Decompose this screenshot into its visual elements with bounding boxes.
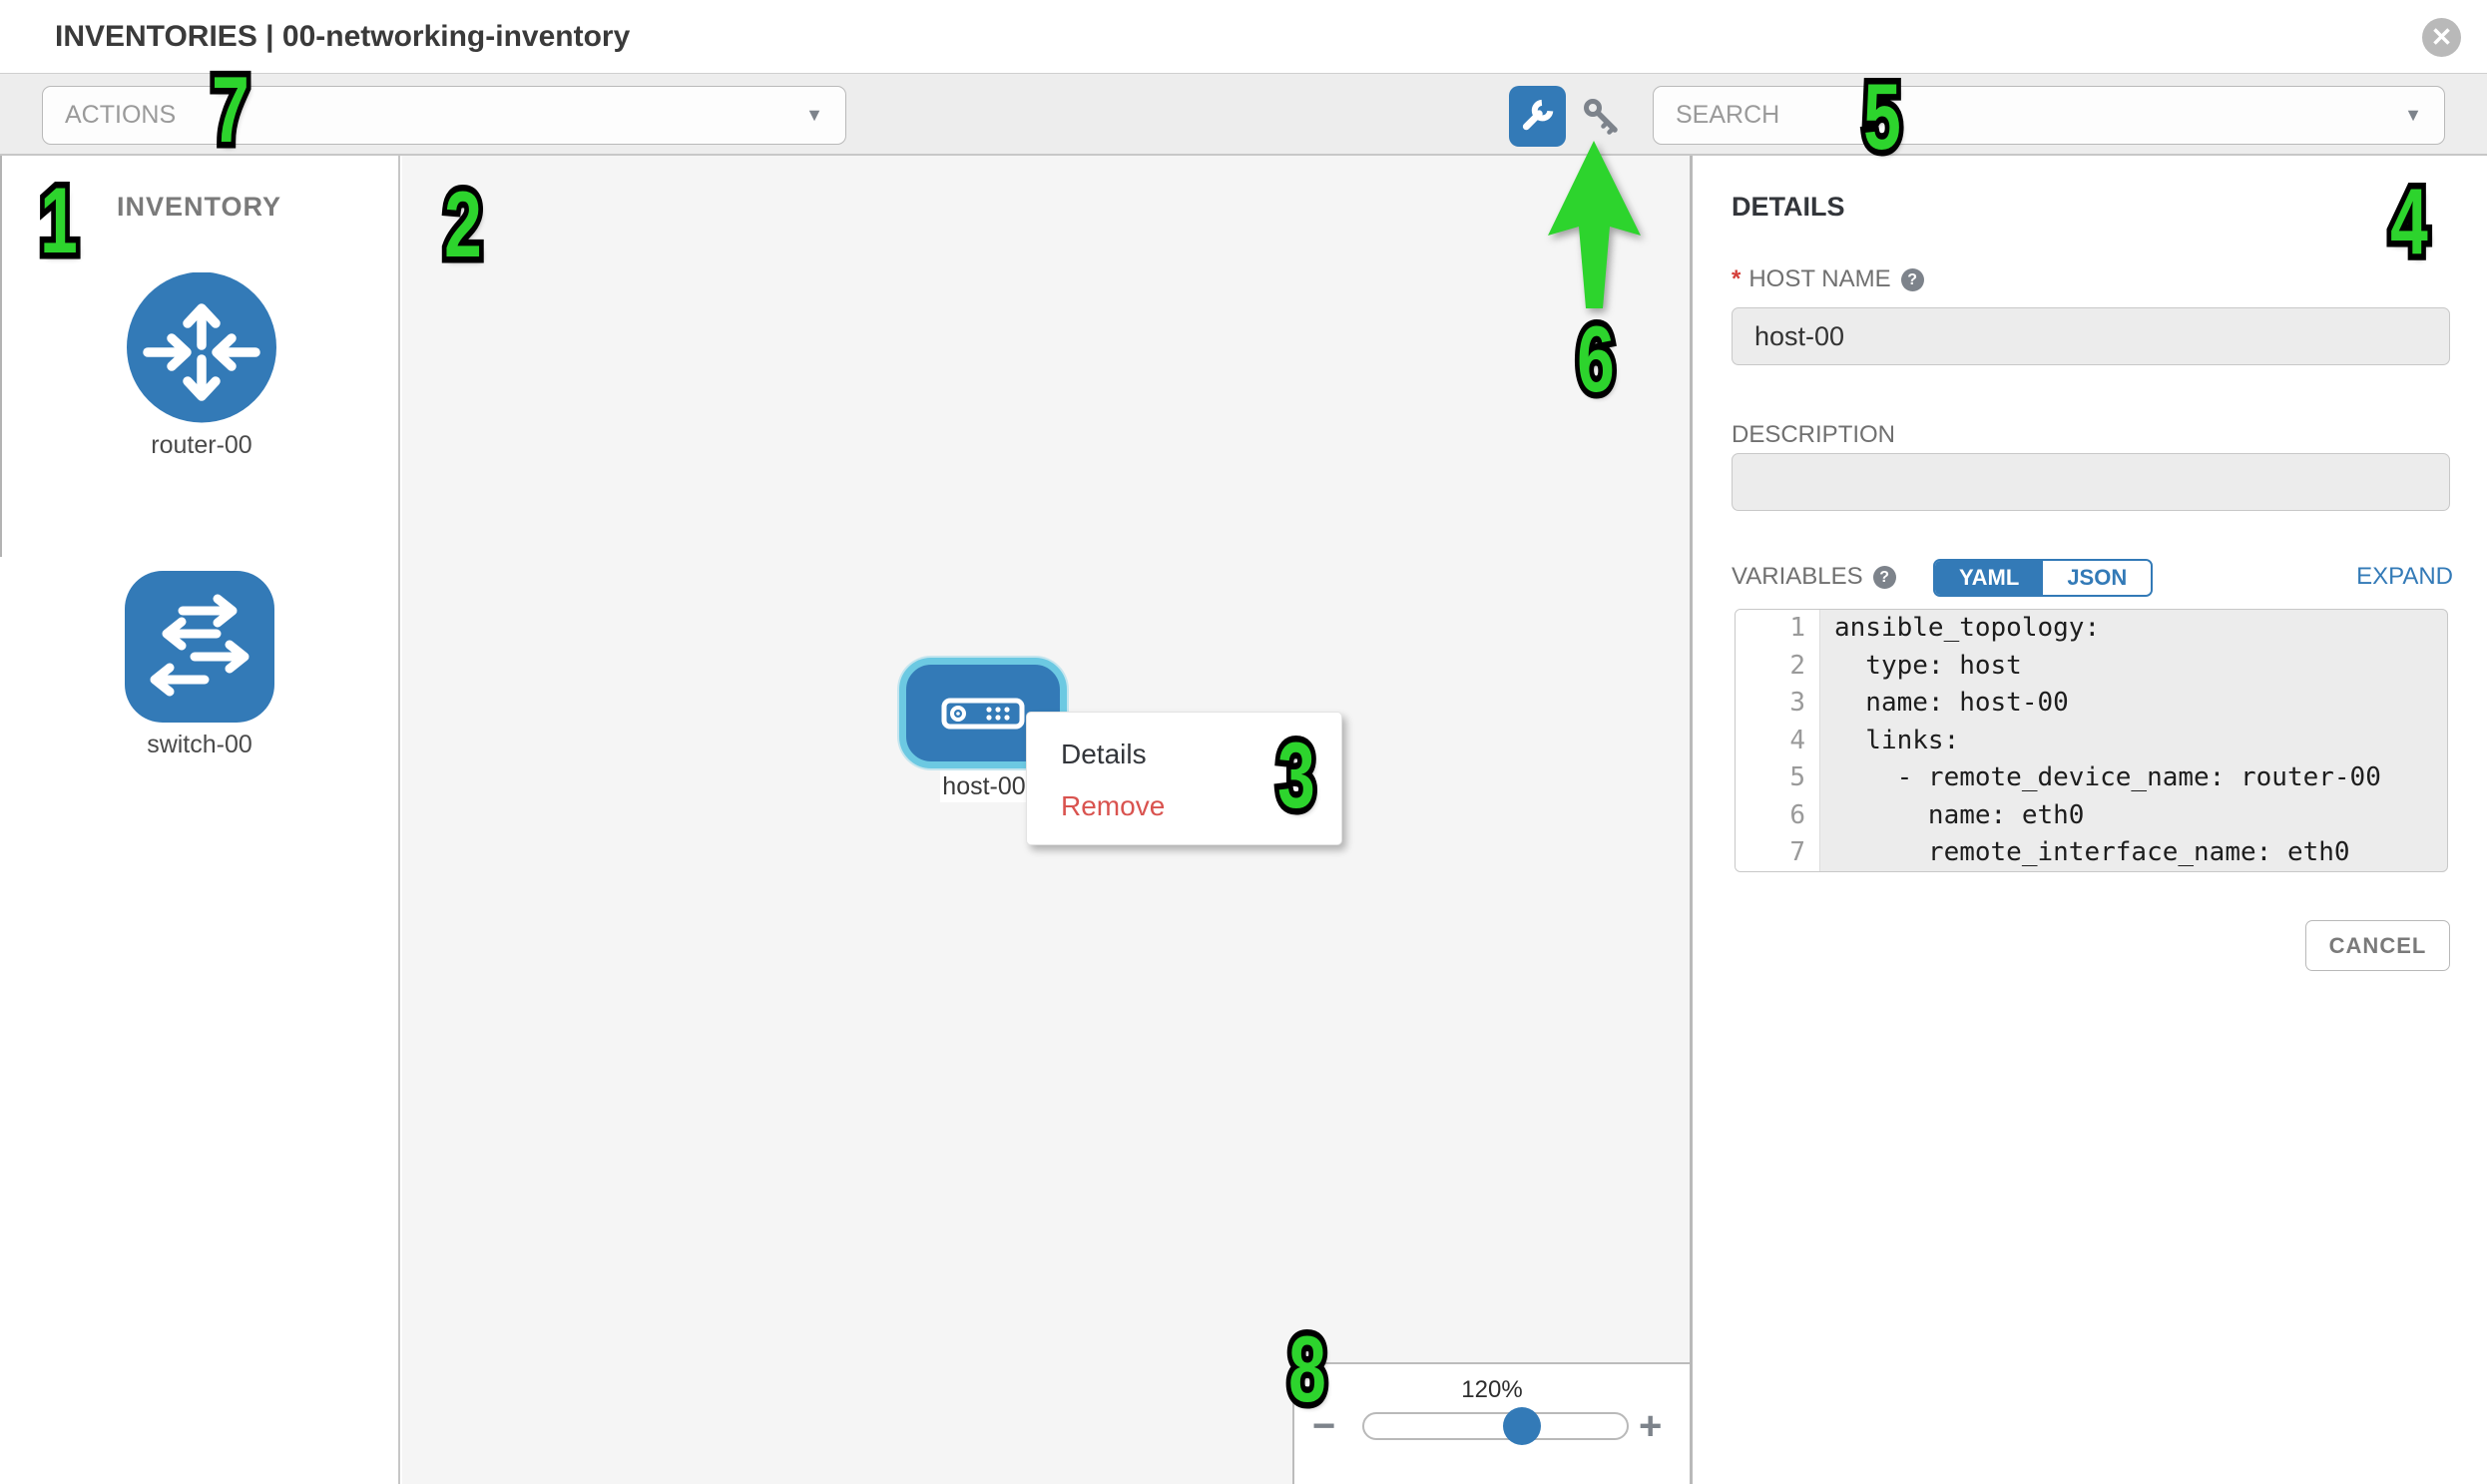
- zoom-in-button[interactable]: +: [1639, 1406, 1662, 1446]
- code-line: 7 remote_interface_name: eth0: [1736, 834, 2447, 872]
- code-line: 5 - remote_device_name: router-00: [1736, 759, 2447, 797]
- palette-item-router[interactable]: router-00: [127, 272, 276, 460]
- zoom-control-panel: 120% − +: [1292, 1362, 1690, 1484]
- search-dropdown-label: SEARCH: [1676, 101, 1779, 129]
- sidebar-title: INVENTORY: [0, 192, 398, 223]
- details-panel: DETAILS *HOST NAME? DESCRIPTION VARIABLE…: [1693, 156, 2487, 1484]
- help-icon[interactable]: ?: [1901, 268, 1924, 291]
- description-label: DESCRIPTION: [1732, 421, 1895, 449]
- key-credentials-button[interactable]: [1579, 96, 1627, 140]
- code-line: 3 name: host-00: [1736, 685, 2447, 723]
- code-line: 6 name: eth0: [1736, 797, 2447, 835]
- required-marker: *: [1732, 265, 1741, 292]
- variables-format-toggle: YAML JSON: [1933, 559, 2153, 597]
- actions-dropdown-label: ACTIONS: [65, 101, 176, 129]
- chevron-down-icon: ▼: [2404, 87, 2422, 144]
- topology-canvas[interactable]: host-00 Details Remove 120% − +: [402, 156, 1690, 1484]
- context-menu-item-remove[interactable]: Remove: [1027, 780, 1341, 832]
- help-icon[interactable]: ?: [1873, 566, 1896, 589]
- description-input[interactable]: [1732, 453, 2450, 511]
- variables-code-editor[interactable]: 1 ansible_topology: 2 type: host 3 name:…: [1735, 609, 2448, 872]
- inventory-sidebar: INVENTORY router-00: [0, 156, 400, 1484]
- code-line: 4 links:: [1736, 723, 2447, 760]
- host-icon: [941, 698, 1025, 730]
- palette-item-label: router-00: [127, 431, 276, 460]
- zoom-out-button[interactable]: −: [1312, 1406, 1335, 1446]
- sidebar-left-edge: [0, 156, 2, 557]
- wrench-icon: [1516, 95, 1560, 139]
- host-name-input[interactable]: [1732, 307, 2450, 365]
- toolbar: ACTIONS ▼ SEARCH ▼: [0, 73, 2487, 156]
- switch-icon: [125, 571, 274, 723]
- search-dropdown[interactable]: SEARCH ▼: [1653, 86, 2445, 145]
- zoom-slider-thumb[interactable]: [1503, 1407, 1541, 1445]
- configure-topology-button[interactable]: [1509, 86, 1566, 147]
- page-title: INVENTORIES | 00-networking-inventory: [55, 20, 630, 54]
- chevron-down-icon: ▼: [805, 87, 823, 144]
- host-node-label: host-00: [940, 770, 1028, 802]
- router-icon: [127, 272, 276, 423]
- toggle-yaml[interactable]: YAML: [1935, 561, 2043, 595]
- node-context-menu: Details Remove: [1026, 712, 1342, 845]
- expand-link[interactable]: EXPAND: [2356, 563, 2453, 591]
- code-line: 2 type: host: [1736, 648, 2447, 686]
- key-icon: [1579, 96, 1627, 140]
- close-icon[interactable]: ✕: [2422, 18, 2461, 57]
- actions-dropdown[interactable]: ACTIONS ▼: [42, 86, 846, 145]
- cancel-button[interactable]: CANCEL: [2305, 920, 2450, 971]
- palette-item-label: switch-00: [125, 731, 274, 759]
- zoom-level-value: 120%: [1294, 1376, 1690, 1404]
- variables-label: VARIABLES?: [1732, 563, 1896, 591]
- details-panel-title: DETAILS: [1732, 192, 1845, 223]
- code-line: 1 ansible_topology:: [1736, 610, 2447, 648]
- toggle-json[interactable]: JSON: [2043, 561, 2151, 595]
- palette-item-switch[interactable]: switch-00: [125, 571, 274, 759]
- zoom-slider-track[interactable]: [1362, 1412, 1629, 1440]
- title-bar: INVENTORIES | 00-networking-inventory ✕: [0, 0, 2487, 73]
- host-name-label: *HOST NAME?: [1732, 265, 1924, 293]
- context-menu-item-details[interactable]: Details: [1027, 729, 1341, 780]
